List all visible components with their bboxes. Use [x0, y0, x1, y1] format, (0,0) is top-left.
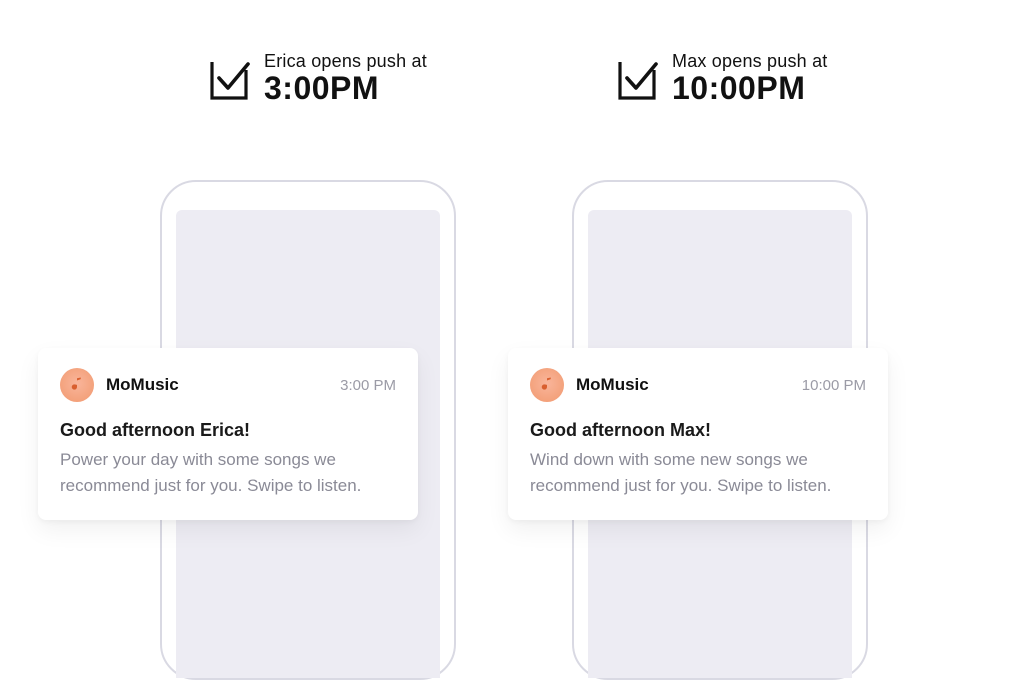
music-note-icon	[68, 376, 86, 394]
checkbox-icon	[614, 58, 658, 102]
header-label-max: Max opens push at	[672, 52, 828, 70]
notification-title: Good afternoon Max!	[530, 420, 866, 441]
notification-card-erica[interactable]: MoMusic 3:00 PM Good afternoon Erica! Po…	[38, 348, 418, 520]
checkbox-icon	[206, 58, 250, 102]
notification-body: Wind down with some new songs we recomme…	[530, 447, 866, 498]
notification-body: Power your day with some songs we recomm…	[60, 447, 396, 498]
header-time-max: 10:00PM	[672, 72, 828, 104]
notification-title: Good afternoon Erica!	[60, 420, 396, 441]
music-note-icon	[538, 376, 556, 394]
notification-card-max[interactable]: MoMusic 10:00 PM Good afternoon Max! Win…	[508, 348, 888, 520]
app-icon	[60, 368, 94, 402]
header-label-erica: Erica opens push at	[264, 52, 427, 70]
app-icon	[530, 368, 564, 402]
app-name: MoMusic	[106, 375, 340, 395]
app-name: MoMusic	[576, 375, 802, 395]
header-time-erica: 3:00PM	[264, 72, 427, 104]
header-max: Max opens push at 10:00PM	[614, 52, 828, 104]
notification-time: 10:00 PM	[802, 377, 866, 394]
notification-time: 3:00 PM	[340, 377, 396, 394]
header-erica: Erica opens push at 3:00PM	[206, 52, 427, 104]
